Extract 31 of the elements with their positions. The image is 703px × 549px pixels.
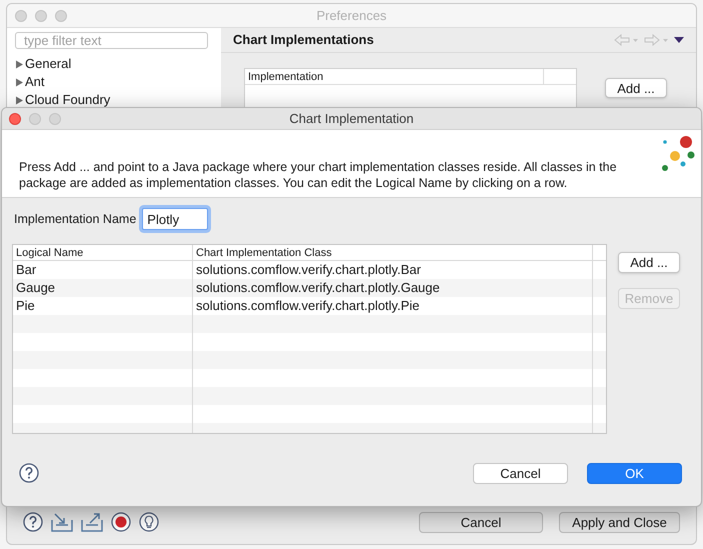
- field-label: Implementation Name: [14, 210, 136, 228]
- window-title: Preferences: [316, 6, 387, 25]
- filter-field[interactable]: type filter text: [15, 32, 208, 49]
- apply-and-close-button[interactable]: Apply and Close: [559, 512, 680, 532]
- help-icon[interactable]: [23, 512, 43, 532]
- tree-item[interactable]: General: [25, 54, 72, 74]
- implementation-name-field[interactable]: Plotly: [142, 208, 208, 230]
- window-title: Chart Implementation: [289, 110, 414, 128]
- column-header[interactable]: Chart Implementation Class: [193, 245, 593, 260]
- cancel-button[interactable]: Cancel: [473, 462, 568, 484]
- lightbulb-icon[interactable]: [139, 512, 159, 532]
- record-icon[interactable]: [111, 512, 131, 532]
- tree-item[interactable]: Ant: [25, 72, 45, 92]
- table-row[interactable]: Gauge solutions.comflow.verify.chart.plotly.Gauge: [13, 279, 606, 297]
- dots-logo-icon: [661, 136, 695, 172]
- menu-icon[interactable]: [674, 36, 684, 44]
- export-tray-icon[interactable]: [81, 512, 103, 532]
- tree-item[interactable]: Cloud Foundry: [25, 90, 110, 110]
- help-icon[interactable]: [19, 463, 39, 483]
- expand-triangle-icon[interactable]: [15, 60, 24, 68]
- add-button[interactable]: Add ...: [618, 252, 680, 273]
- expand-triangle-icon[interactable]: [15, 96, 24, 104]
- column-header[interactable]: Logical Name: [13, 245, 193, 260]
- add-button[interactable]: Add ...: [605, 78, 667, 98]
- ok-button[interactable]: OK: [587, 462, 682, 484]
- description-text: Press Add ... and point to a Java package where your chart implementation classes reside. All classes in the package are added as implementation classes. You can edit the Logical Name by clicking on a row.: [19, 159, 618, 191]
- import-tray-icon[interactable]: [51, 512, 73, 532]
- close-button[interactable]: [9, 112, 21, 124]
- page-title: Chart Implementations: [233, 31, 374, 50]
- cancel-button[interactable]: Cancel: [419, 512, 543, 532]
- expand-triangle-icon[interactable]: [15, 78, 24, 86]
